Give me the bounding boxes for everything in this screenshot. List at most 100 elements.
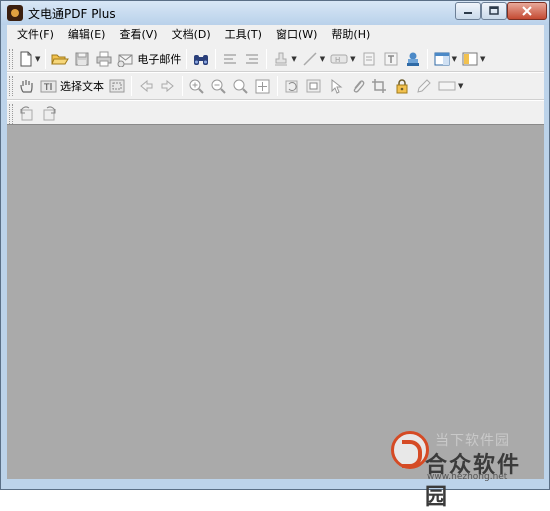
arrow-left-icon <box>140 79 153 93</box>
toolbar-row-1: ▼ 电子邮件 ▼ ▼ H ▼ ▼ ▼ <box>7 46 487 72</box>
next-page-button[interactable] <box>157 75 179 97</box>
cursor-arrow-icon <box>331 78 343 94</box>
svg-text:T: T <box>43 83 50 93</box>
menu-tools[interactable]: 工具(T) <box>218 25 269 45</box>
stamp-button[interactable]: ▼ <box>270 48 298 70</box>
crop-button[interactable] <box>303 75 325 97</box>
save-button[interactable] <box>71 48 93 70</box>
menu-edit[interactable]: 编辑(E) <box>61 25 113 45</box>
folder-open-icon <box>51 54 70 65</box>
crop-icon <box>372 79 386 93</box>
chevron-down-icon[interactable]: ▼ <box>458 82 463 90</box>
hand-icon <box>20 80 33 93</box>
decrease-indent-button[interactable] <box>219 48 241 70</box>
chevron-down-icon[interactable]: ▼ <box>320 55 325 63</box>
toolbar-separator <box>131 76 132 96</box>
open-button[interactable] <box>49 48 71 70</box>
paperclip-icon <box>353 80 365 93</box>
minimize-icon <box>464 12 472 14</box>
close-button[interactable] <box>507 2 547 20</box>
zoom-out-icon <box>211 79 226 94</box>
fit-page-button[interactable] <box>252 75 274 97</box>
menu-bar: 文件(F) 编辑(E) 查看(V) 文档(D) 工具(T) 窗口(W) 帮助(H… <box>7 25 544 45</box>
printer-icon <box>96 51 112 67</box>
align-left-icon <box>224 54 237 64</box>
select-text-icon: T <box>40 80 57 93</box>
attach-button[interactable] <box>347 75 369 97</box>
watermark-url: www.hezhong.net <box>427 472 508 482</box>
maximize-button[interactable] <box>481 2 507 20</box>
rotate-left-icon <box>20 106 33 121</box>
zoom-button[interactable] <box>230 75 252 97</box>
layout-button[interactable]: ▼ <box>431 48 459 70</box>
chevron-down-icon[interactable]: ▼ <box>35 55 40 63</box>
toolbar-separator <box>426 49 428 69</box>
minimize-button[interactable] <box>455 2 481 20</box>
document-workspace[interactable] <box>7 124 544 479</box>
rotate-button[interactable] <box>281 75 303 97</box>
layout-icon <box>434 52 450 66</box>
pencil-button[interactable] <box>413 75 435 97</box>
text-box-icon <box>384 52 398 66</box>
line-tool-button[interactable]: ▼ <box>299 48 327 70</box>
signature-button[interactable] <box>402 48 424 70</box>
toolbar-grip[interactable] <box>9 104 13 124</box>
app-logo-icon[interactable] <box>7 5 23 21</box>
line-icon <box>303 52 317 66</box>
menu-view[interactable]: 查看(V) <box>112 25 164 45</box>
snapshot-icon <box>109 79 125 93</box>
seal-icon <box>406 52 419 66</box>
crop-tool-button[interactable] <box>369 75 391 97</box>
security-button[interactable] <box>391 75 413 97</box>
pencil-icon <box>417 79 431 93</box>
chevron-down-icon[interactable]: ▼ <box>291 55 296 63</box>
zoom-in-button[interactable] <box>186 75 208 97</box>
toolbar-area: ▼ 电子邮件 ▼ ▼ H ▼ ▼ ▼ T 选择文本 ▼ <box>7 45 544 124</box>
select-text-button[interactable]: T 选择文本 <box>38 75 106 97</box>
app-window: 文电通PDF Plus 文件(F) 编辑(E) 查看(V) 文档(D) 工具(T… <box>0 0 550 510</box>
rectangle-button[interactable]: ▼ <box>435 75 465 97</box>
toolbar-grip[interactable] <box>9 49 13 69</box>
rotate-right-icon <box>43 106 56 121</box>
toolbar-grip[interactable] <box>9 76 13 96</box>
chevron-down-icon[interactable]: ▼ <box>480 55 485 63</box>
close-icon <box>522 6 532 16</box>
print-button[interactable] <box>93 48 115 70</box>
toolbar-separator <box>266 49 268 69</box>
toolbar-separator <box>277 76 278 96</box>
rotate-right-button[interactable] <box>38 103 60 125</box>
menu-document[interactable]: 文档(D) <box>165 25 218 45</box>
new-document-button[interactable]: ▼ <box>16 48 42 70</box>
hand-tool-button[interactable] <box>16 75 38 97</box>
find-button[interactable] <box>190 48 212 70</box>
email-icon <box>117 54 133 67</box>
magnifier-icon <box>233 79 248 94</box>
lock-icon <box>396 79 408 94</box>
chevron-down-icon[interactable]: ▼ <box>350 55 355 63</box>
title-bar[interactable]: 文电通PDF Plus <box>1 1 549 25</box>
stamp-icon <box>275 52 288 66</box>
note-button[interactable] <box>358 48 380 70</box>
bookmark-panel-icon <box>462 52 478 66</box>
chevron-down-icon[interactable]: ▼ <box>452 55 457 63</box>
save-icon <box>75 52 89 66</box>
rotate-icon <box>285 80 298 93</box>
snapshot-button[interactable] <box>106 75 128 97</box>
watermark: 当下软件园 合众软件园 www.hezhong.net <box>391 429 541 510</box>
rotate-left-button[interactable] <box>16 103 38 125</box>
note-icon <box>363 52 375 66</box>
zoom-in-icon <box>189 79 204 94</box>
previous-page-button[interactable] <box>135 75 157 97</box>
zoom-out-button[interactable] <box>208 75 230 97</box>
select-object-button[interactable] <box>325 75 347 97</box>
increase-indent-button[interactable] <box>241 48 263 70</box>
menu-window[interactable]: 窗口(W) <box>269 25 324 45</box>
panels-button[interactable]: ▼ <box>459 48 487 70</box>
toolbar-separator <box>215 49 217 69</box>
highlight-button[interactable]: H ▼ <box>327 48 357 70</box>
text-box-button[interactable] <box>380 48 402 70</box>
menu-file[interactable]: 文件(F) <box>10 25 61 45</box>
menu-help[interactable]: 帮助(H) <box>324 25 377 45</box>
email-button[interactable]: 电子邮件 <box>115 48 183 70</box>
binoculars-icon <box>194 55 209 65</box>
